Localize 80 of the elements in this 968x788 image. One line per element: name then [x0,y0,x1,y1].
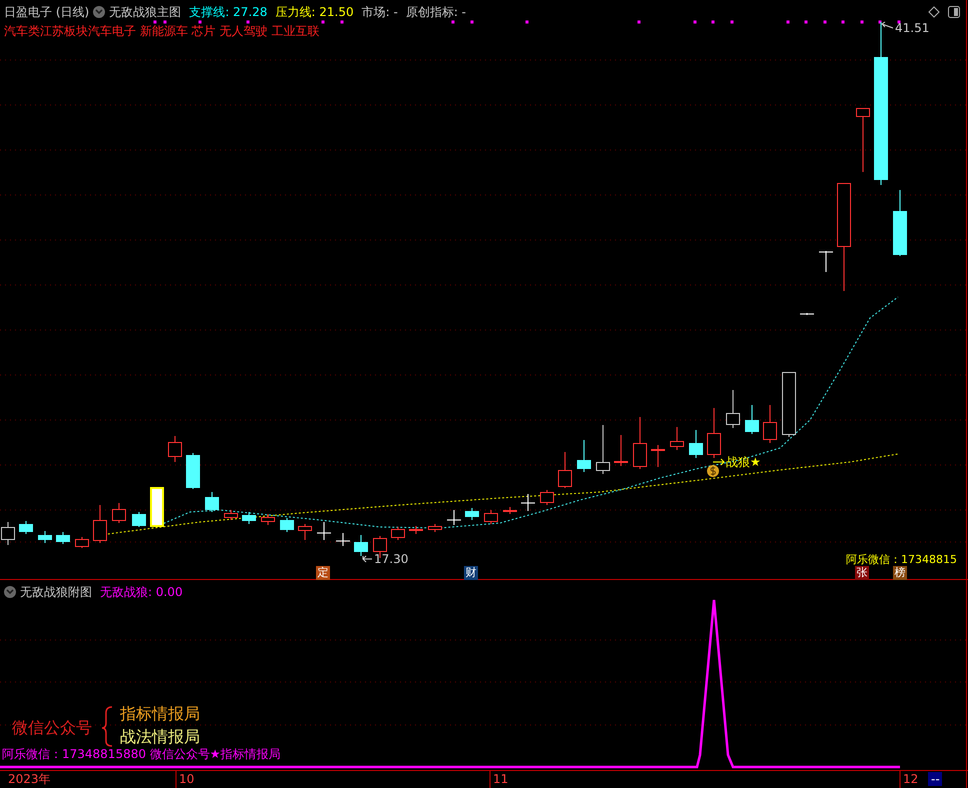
candlestick [1,522,15,546]
candlestick [818,250,834,272]
arrow-icon [712,458,725,466]
event-badge: 张 [855,566,869,580]
candlestick [205,492,219,512]
contact-text: 阿乐微信：17348815880 微信公众号★指标情报局 [2,747,281,761]
candlestick [261,514,275,526]
brace-icon [101,706,112,747]
price-label: 17.30 [374,552,408,566]
promo-line: 战法情报局 [120,727,200,747]
candlestick [242,512,256,524]
candlestick [446,510,462,526]
indicator-title: 无敌战狼附图 [20,584,92,600]
candlestick [540,490,554,506]
indicator-reading: 压力线: 21.50 [275,4,354,20]
candlestick [409,526,423,534]
candlestick [558,452,572,488]
candlestick [280,518,294,532]
signal-label: 战狼★ [726,455,761,469]
indicator-reading: 市场: - [362,4,398,20]
candlestick [38,530,52,544]
dropdown-icon[interactable] [4,586,16,598]
event-badge: 定 [316,566,330,580]
candlestick [503,506,517,514]
panel-icon[interactable] [948,6,960,18]
end-marker: -- [928,772,942,786]
candlestick [298,524,312,540]
date-label: 11 [493,772,508,786]
candlestick [670,426,684,450]
candlestick [465,508,479,520]
stock-title: 日盈电子 (日线) [4,4,90,20]
candlestick [633,416,647,470]
candlestick [112,502,126,524]
candlestick [707,408,721,458]
money-bag-icon [707,465,719,477]
price-label: 41.51 [895,21,930,35]
promo-label: 微信公众号 [12,718,92,738]
contact-text: 阿乐微信：17348815 [846,553,957,567]
candlestick [19,520,33,534]
candlestick [132,512,146,528]
indicator-reading: 无敌战狼: 0.00 [100,584,183,600]
date-label: 2023年 [8,772,51,786]
leader-line [362,556,372,562]
leader-line [881,22,894,28]
sector-tags: 汽车类江苏板块汽车电子 新能源车 芯片 无人驾驶 工业互联 [0,23,320,39]
indicator-title: 无敌战狼主图 [109,4,182,20]
candlestick [336,532,350,546]
candlestick [354,534,368,556]
promo-line: 指标情报局 [120,704,200,724]
candlestick [150,487,164,528]
event-badge: 榜 [893,566,907,580]
candlestick [893,190,907,256]
date-label: 12 [903,772,918,786]
dropdown-icon[interactable] [93,6,106,18]
candlestick [614,434,628,466]
candlestick [596,424,610,474]
candlestick [56,532,70,544]
candlestick [856,108,870,172]
candlestick [800,312,814,316]
candlestick [224,510,238,520]
candlestick [726,390,740,428]
candlestick [520,494,536,512]
candlestick [168,436,182,462]
candlestick [391,526,405,540]
event-badge: 财 [464,566,478,580]
indicator-reading: 原创指标: - [406,4,466,20]
candlestick [93,504,107,544]
candlestick [186,452,200,490]
candlestick [745,404,759,434]
candlestick [577,440,591,472]
candlestick [689,430,703,458]
candlestick [316,522,332,540]
candlestick [484,510,498,524]
indicator-reading: 支撑线: 27.28 [189,4,268,20]
date-label: 10 [179,772,194,786]
candlestick [75,536,89,548]
candlestick [763,404,777,444]
diamond-icon[interactable] [928,6,940,18]
candlestick [651,444,665,468]
candlestick [782,372,796,438]
